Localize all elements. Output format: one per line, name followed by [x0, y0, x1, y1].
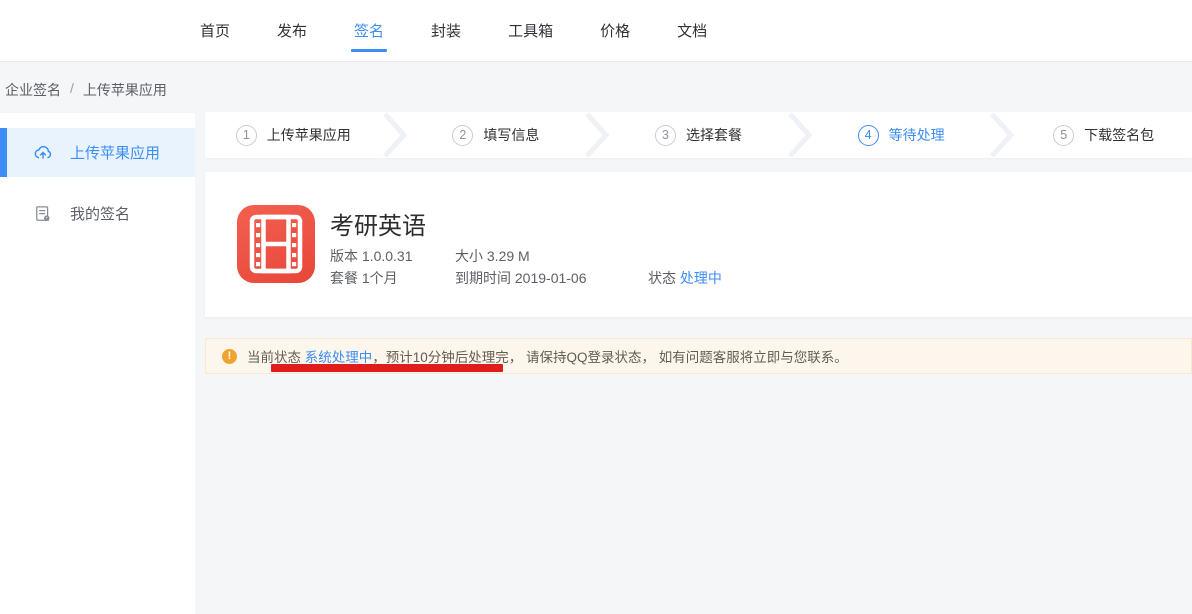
nav-item-price[interactable]: 价格 — [600, 0, 630, 62]
step-upload-app: 1 上传苹果应用 — [205, 112, 382, 158]
step-label: 选择套餐 — [686, 125, 742, 145]
step-waiting-process: 4 等待处理 — [813, 112, 990, 158]
step-wizard: 1 上传苹果应用 2 填写信息 3 选择套餐 4 等待处理 5 下载签名包 — [205, 112, 1192, 158]
main-content: 1 上传苹果应用 2 填写信息 3 选择套餐 4 等待处理 5 下载签名包 — [205, 112, 1192, 374]
breadcrumb-separator: / — [70, 80, 74, 100]
chevron-right-icon — [382, 112, 408, 158]
breadcrumb: 企业签名 / 上传苹果应用 — [5, 80, 167, 100]
step-label: 等待处理 — [889, 125, 945, 145]
banner-text: 当前状态 系统处理中，预计10分钟后处理完， 请保持QQ登录状态， 如有问题客服… — [247, 346, 848, 366]
page: 首页 发布 签名 封装 工具箱 价格 文档 企业签名 / 上传苹果应用 上传苹果… — [0, 0, 1192, 614]
step-label: 下载签名包 — [1084, 125, 1154, 145]
sidebar: 上传苹果应用 我的签名 — [0, 113, 195, 614]
step-choose-plan: 3 选择套餐 — [610, 112, 787, 158]
breadcrumb-upload-app: 上传苹果应用 — [83, 80, 167, 100]
signature-doc-icon — [32, 203, 54, 225]
sidebar-item-label: 上传苹果应用 — [70, 142, 160, 163]
app-status: 状态 处理中 — [648, 268, 722, 288]
step-number: 4 — [858, 125, 879, 146]
film-icon — [248, 213, 304, 275]
step-number: 2 — [452, 125, 473, 146]
app-plan: 套餐 1个月 — [330, 268, 398, 288]
status-badge: 处理中 — [680, 270, 722, 286]
red-underline-annotation — [271, 364, 503, 372]
banner-status-link: 系统处理中 — [305, 350, 373, 365]
nav-item-publish[interactable]: 发布 — [277, 0, 307, 62]
nav-item-signature[interactable]: 签名 — [354, 0, 384, 62]
step-number: 1 — [236, 125, 257, 146]
sidebar-item-label: 我的签名 — [70, 203, 130, 224]
nav-item-home[interactable]: 首页 — [200, 0, 230, 62]
sidebar-item-upload-app[interactable]: 上传苹果应用 — [0, 128, 195, 177]
app-name: 考研英语 — [330, 206, 426, 241]
nav-item-docs[interactable]: 文档 — [677, 0, 707, 62]
app-icon — [237, 205, 315, 283]
app-expire-time: 到期时间 2019-01-06 — [455, 268, 587, 288]
sidebar-item-my-signatures[interactable]: 我的签名 — [0, 189, 195, 238]
step-number: 3 — [655, 125, 676, 146]
step-download-package: 5 下载签名包 — [1015, 112, 1192, 158]
nav-item-toolbox[interactable]: 工具箱 — [508, 0, 553, 62]
step-fill-info: 2 填写信息 — [408, 112, 585, 158]
chevron-right-icon — [787, 112, 813, 158]
nav-item-package[interactable]: 封装 — [431, 0, 461, 62]
step-label: 填写信息 — [483, 125, 539, 145]
app-info-card: 考研英语 版本 1.0.0.31 大小 3.29 M 套餐 1个月 到期时间 2… — [205, 172, 1192, 317]
app-meta: 版本 1.0.0.31 大小 3.29 M 套餐 1个月 到期时间 2019-0… — [330, 238, 1030, 308]
app-size: 大小 3.29 M — [455, 246, 530, 266]
top-nav: 首页 发布 签名 封装 工具箱 价格 文档 — [0, 0, 1192, 62]
breadcrumb-enterprise-sign[interactable]: 企业签名 — [5, 80, 61, 100]
warning-icon: ! — [222, 349, 237, 364]
chevron-right-icon — [989, 112, 1015, 158]
step-number: 5 — [1053, 125, 1074, 146]
app-version: 版本 1.0.0.31 — [330, 246, 413, 266]
cloud-upload-icon — [32, 142, 54, 164]
step-label: 上传苹果应用 — [267, 125, 351, 145]
chevron-right-icon — [584, 112, 610, 158]
